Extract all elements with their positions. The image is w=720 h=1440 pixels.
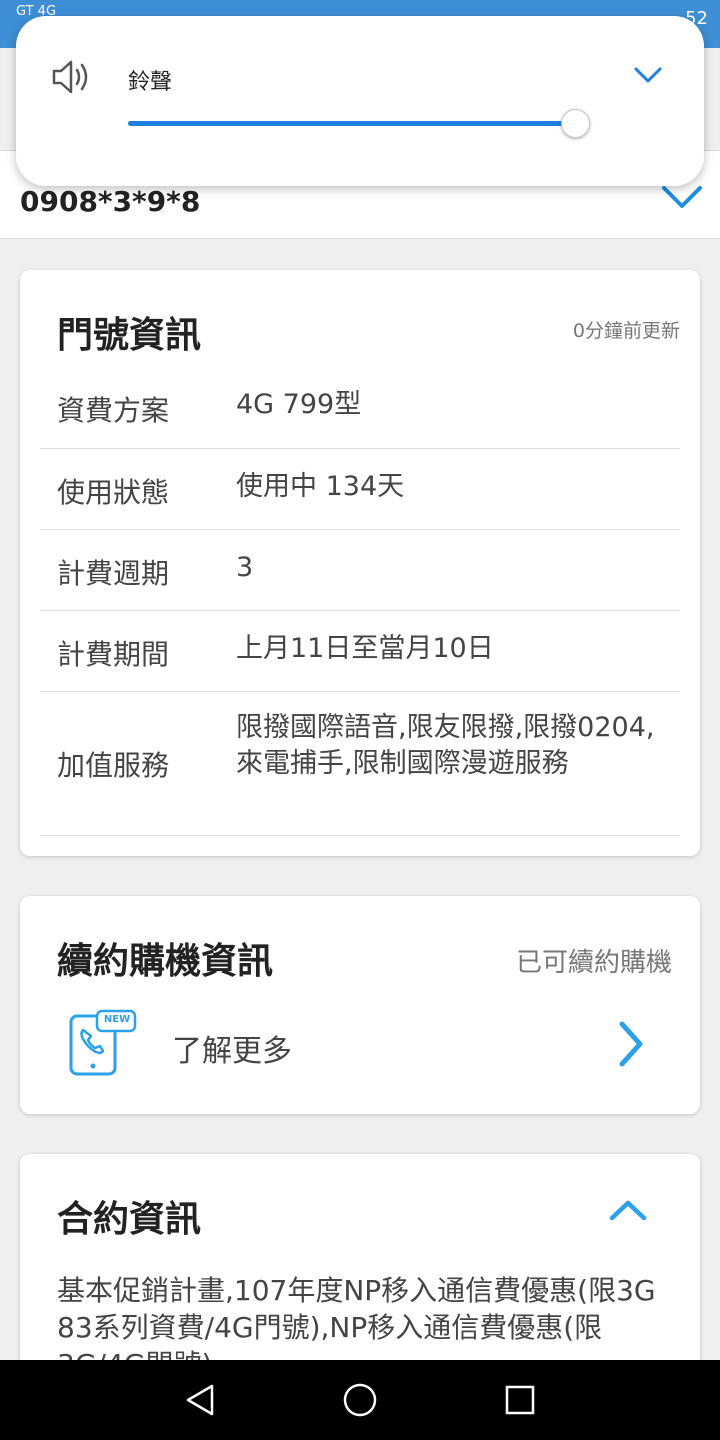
volume-slider-thumb[interactable] xyxy=(560,109,590,138)
new-phone-icon: NEW xyxy=(66,1008,138,1082)
renewal-status: 已可續約購機 xyxy=(515,948,672,978)
updated-time: 0分鐘前更新 xyxy=(572,320,680,342)
chevron-down-icon[interactable] xyxy=(632,64,664,90)
info-row-status: 使用狀態 使用中 134天 xyxy=(40,449,680,530)
row-label: 計費期間 xyxy=(57,638,170,671)
line-info-title: 門號資訊 xyxy=(57,315,202,356)
info-row-billing-cycle: 計費週期 3 xyxy=(40,530,680,611)
row-value: 限撥國際語音,限友限撥,限撥0204,來電捕手,限制國際漫遊服務 xyxy=(236,712,655,779)
chevron-up-icon[interactable] xyxy=(608,1198,648,1226)
speaker-icon[interactable] xyxy=(50,56,94,102)
volume-stream-label: 鈴聲 xyxy=(128,70,173,95)
row-label: 資費方案 xyxy=(57,394,170,427)
info-row-plan: 資費方案 4G 799型 xyxy=(40,367,680,449)
row-value: 使用中 134天 xyxy=(236,471,405,502)
navigation-bar xyxy=(0,1360,720,1440)
home-icon[interactable] xyxy=(342,1382,378,1422)
phone-number: 0908*3*9*8 xyxy=(20,185,201,218)
info-row-value-added: 加值服務 限撥國際語音,限友限撥,限撥0204,來電捕手,限制國際漫遊服務 xyxy=(40,692,680,836)
row-value: 上月11日至當月10日 xyxy=(236,633,494,664)
learn-more-row[interactable]: NEW 了解更多 xyxy=(20,996,700,1096)
row-value: 3 xyxy=(236,552,254,583)
chevron-down-icon[interactable] xyxy=(660,184,704,214)
chevron-right-icon[interactable] xyxy=(616,1020,646,1072)
line-info-card: 門號資訊 0分鐘前更新 資費方案 4G 799型 使用狀態 使用中 134天 計… xyxy=(20,270,700,856)
volume-panel: 鈴聲 xyxy=(16,16,704,186)
new-badge: NEW xyxy=(103,1014,131,1025)
info-row-billing-period: 計費期間 上月11日至當月10日 xyxy=(40,611,680,692)
learn-more-label: 了解更多 xyxy=(172,1034,292,1069)
row-label: 使用狀態 xyxy=(57,476,170,509)
volume-slider-fill xyxy=(128,121,575,126)
renewal-title: 續約購機資訊 xyxy=(57,941,274,982)
row-label: 加值服務 xyxy=(57,749,170,782)
row-value: 4G 799型 xyxy=(236,389,362,420)
row-label: 計費週期 xyxy=(57,557,170,590)
renewal-card: 續約購機資訊 已可續約購機 NEW 了解更多 xyxy=(20,896,700,1114)
volume-slider[interactable] xyxy=(128,109,590,138)
contract-title: 合約資訊 xyxy=(57,1199,202,1240)
recents-icon[interactable] xyxy=(502,1382,538,1422)
back-icon[interactable] xyxy=(182,1382,218,1422)
